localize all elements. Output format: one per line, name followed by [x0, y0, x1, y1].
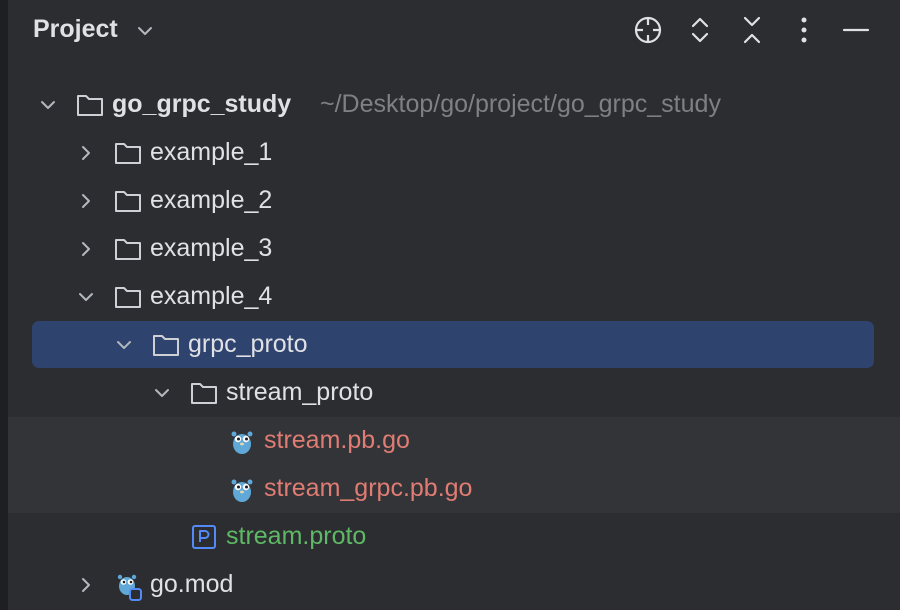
chevron-down-icon[interactable] — [152, 383, 172, 403]
chevron-right-icon[interactable] — [76, 191, 96, 211]
folder-icon — [76, 92, 104, 118]
tree-node-label: example_2 — [150, 186, 273, 214]
tree-node-example-2[interactable]: example_2 — [8, 177, 900, 225]
tree-node-stream-grpc-pb-go[interactable]: stream_grpc.pb.go — [8, 465, 900, 513]
folder-icon — [190, 380, 218, 406]
tree-node-label: example_1 — [150, 138, 273, 166]
tree-node-root[interactable]: go_grpc_study ~/Desktop/go/project/go_gr… — [8, 81, 900, 129]
tree-node-example-3[interactable]: example_3 — [8, 225, 900, 273]
expand-collapse-icon[interactable] — [684, 14, 716, 46]
tree-node-grpc-proto[interactable]: grpc_proto — [8, 321, 900, 369]
folder-icon — [152, 332, 180, 358]
left-edge — [0, 0, 8, 610]
tree-node-label: go.mod — [150, 570, 234, 598]
chevron-right-icon[interactable] — [76, 575, 96, 595]
tree-node-stream-proto-file[interactable]: stream.proto — [8, 513, 900, 561]
proto-file-icon — [190, 524, 218, 550]
tree-node-stream-proto[interactable]: stream_proto — [8, 369, 900, 417]
tree-node-stream-pb-go[interactable]: stream.pb.go — [8, 417, 900, 465]
minimize-icon[interactable] — [840, 14, 872, 46]
tree-node-example-4[interactable]: example_4 — [8, 273, 900, 321]
tree-node-label: stream.pb.go — [264, 426, 410, 454]
collapse-all-icon[interactable] — [736, 14, 768, 46]
folder-icon — [114, 140, 142, 166]
folder-icon — [114, 236, 142, 262]
tree-node-label: grpc_proto — [188, 330, 308, 358]
chevron-right-icon[interactable] — [76, 143, 96, 163]
gopher-icon — [228, 476, 256, 502]
gopher-icon — [228, 428, 256, 454]
tree-node-label: example_3 — [150, 234, 273, 262]
tree-node-label: stream_proto — [226, 378, 374, 406]
chevron-right-icon[interactable] — [76, 239, 96, 259]
chevron-down-icon[interactable] — [38, 95, 58, 115]
more-options-icon[interactable] — [788, 14, 820, 46]
chevron-down-icon[interactable] — [76, 287, 96, 307]
chevron-down-icon[interactable] — [114, 335, 134, 355]
chevron-down-icon[interactable] — [136, 22, 154, 40]
tree-node-label: stream_grpc.pb.go — [264, 474, 473, 502]
tree-node-go-mod[interactable]: go.mod — [8, 561, 900, 609]
project-panel-header: Project — [8, 0, 900, 62]
folder-icon — [114, 188, 142, 214]
locate-icon[interactable] — [632, 14, 664, 46]
project-path: ~/Desktop/go/project/go_grpc_study — [320, 90, 721, 118]
panel-title[interactable]: Project — [33, 15, 118, 44]
tree-node-label: example_4 — [150, 282, 273, 310]
tree-node-example-1[interactable]: example_1 — [8, 129, 900, 177]
tree-node-label: stream.proto — [226, 522, 367, 550]
go-mod-icon — [114, 572, 142, 601]
folder-icon — [114, 284, 142, 310]
tree-node-label: go_grpc_study — [112, 90, 292, 118]
